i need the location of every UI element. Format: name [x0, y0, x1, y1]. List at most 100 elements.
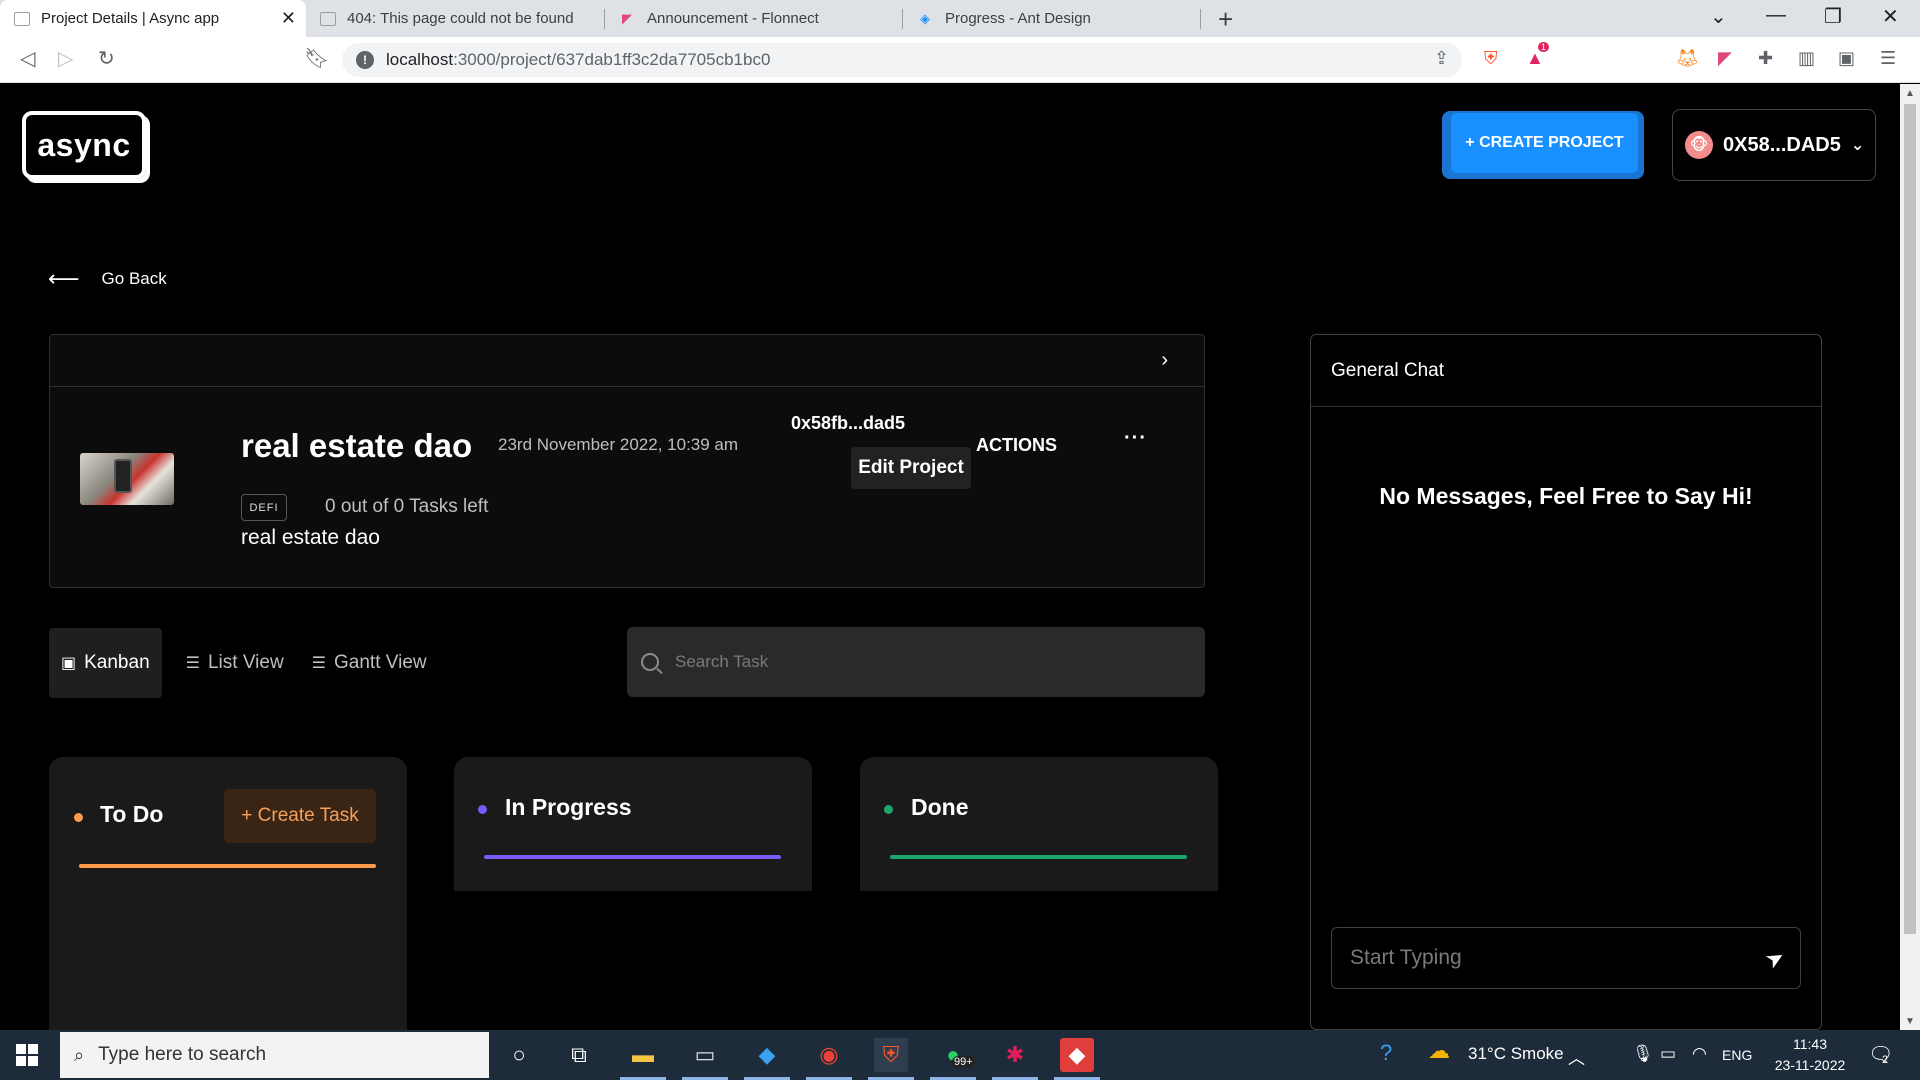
- page-icon: [14, 11, 30, 26]
- language-indicator[interactable]: ENG: [1722, 1047, 1752, 1063]
- reload-icon[interactable]: ↻: [98, 46, 115, 71]
- tab-404[interactable]: 404: This page could not be found: [306, 0, 604, 37]
- file-explorer-icon[interactable]: ▬: [620, 1038, 666, 1080]
- vscode-icon[interactable]: ◆: [744, 1038, 790, 1080]
- tab-gantt-view[interactable]: ☰ Gantt View: [300, 628, 439, 698]
- kanban-icon: ▣: [61, 655, 77, 672]
- arrow-left-icon: ⟵: [48, 266, 80, 291]
- search-icon: ⌕: [74, 1044, 85, 1065]
- go-back-link[interactable]: ⟵ Go Back: [48, 266, 167, 292]
- menu-icon[interactable]: ☰: [1880, 48, 1896, 69]
- chevron-up-icon[interactable]: ︿: [1568, 1044, 1585, 1069]
- terminal-icon[interactable]: ▭: [682, 1038, 728, 1080]
- tab-project-details[interactable]: Project Details | Async app ✕: [0, 0, 306, 37]
- edit-project-button[interactable]: Edit Project: [851, 447, 971, 489]
- new-tab-button[interactable]: +: [1218, 4, 1233, 35]
- ant-design-icon: ◈: [920, 10, 930, 26]
- clock-time: 11:43: [1793, 1036, 1827, 1052]
- tab-divider: [1200, 9, 1201, 29]
- taskbar-search[interactable]: ⌕ Type here to search: [60, 1032, 489, 1078]
- search-input[interactable]: [675, 652, 1155, 672]
- project-thumbnail: [80, 453, 174, 505]
- create-project-button[interactable]: + CREATE PROJECT: [1442, 111, 1644, 179]
- task-search: [627, 627, 1205, 697]
- project-description: real estate dao: [241, 526, 380, 549]
- bookmark-icon[interactable]: 🔖︎: [304, 46, 329, 71]
- minimize-icon[interactable]: —: [1766, 4, 1786, 27]
- brave-rewards-icon[interactable]: ▲ 1: [1526, 42, 1550, 69]
- extensions-icon[interactable]: ✚: [1758, 48, 1773, 69]
- status-dot: [74, 813, 83, 822]
- notifications-icon[interactable]: 🗨︎ 2: [1868, 1042, 1893, 1067]
- column-underline: [484, 855, 781, 859]
- microphone-icon[interactable]: 🎙︎: [1632, 1044, 1654, 1064]
- task-view-icon[interactable]: ⧉: [562, 1038, 596, 1072]
- battery-icon[interactable]: ▭: [1660, 1044, 1676, 1064]
- chevron-right-icon[interactable]: ›: [1161, 349, 1168, 372]
- status-dot: [884, 805, 893, 814]
- tab-flonnect[interactable]: ◤ Announcement - Flonnect: [604, 0, 902, 37]
- tab-label: Kanban: [84, 652, 150, 673]
- forward-icon[interactable]: ▷: [58, 46, 73, 71]
- url-host: localhost: [386, 50, 454, 69]
- tab-label: List View: [207, 652, 284, 673]
- scrollbar-thumb[interactable]: [1904, 104, 1916, 934]
- tab-title: Announcement - Flonnect: [647, 10, 819, 27]
- async-logo[interactable]: async: [22, 111, 146, 179]
- anydesk-icon[interactable]: ◆: [1054, 1038, 1100, 1080]
- project-name: real estate dao: [241, 427, 473, 464]
- tab-list-view[interactable]: ☰ List View: [174, 628, 296, 698]
- whatsapp-icon[interactable]: ● 99+: [930, 1038, 976, 1080]
- brave-icon[interactable]: ⛨: [868, 1038, 914, 1080]
- cortana-icon[interactable]: ○: [502, 1038, 536, 1072]
- avatar: 🐵︎: [1685, 131, 1713, 159]
- search-icon: [641, 653, 659, 671]
- tab-label: Gantt View: [334, 652, 427, 673]
- create-project-label: + CREATE PROJECT: [1451, 113, 1638, 173]
- actions-label: ACTIONS: [976, 435, 1057, 455]
- weather-text[interactable]: 31°C Smoke: [1468, 1044, 1564, 1064]
- gantt-icon: ☰: [311, 655, 327, 672]
- maximize-icon[interactable]: ❐: [1824, 4, 1842, 29]
- project-date: 23rd November 2022, 10:39 am: [498, 435, 739, 454]
- back-icon[interactable]: ◁: [20, 46, 35, 71]
- chat-input[interactable]: [1350, 946, 1740, 970]
- list-icon: ☰: [185, 655, 200, 672]
- close-tab-icon[interactable]: ✕: [281, 8, 296, 29]
- go-back-label: Go Back: [101, 269, 167, 288]
- wallet-dropdown[interactable]: 🐵︎ 0X58...DAD5 ⌄: [1672, 109, 1876, 181]
- address-bar[interactable]: ! localhost:3000/project/637dab1ff3c2da7…: [342, 43, 1462, 77]
- create-task-button[interactable]: + Create Task: [224, 789, 376, 843]
- share-icon[interactable]: ⇪: [1434, 48, 1449, 69]
- tab-kanban[interactable]: ▣ Kanban: [49, 628, 162, 698]
- sidebar-icon[interactable]: ▥: [1798, 48, 1815, 69]
- windows-start-icon[interactable]: [16, 1044, 38, 1066]
- scroll-down-icon[interactable]: ▼: [1905, 1016, 1915, 1027]
- scroll-up-icon[interactable]: ▲: [1905, 88, 1915, 99]
- flonnect-extension-icon[interactable]: ◤: [1718, 48, 1732, 69]
- brave-shield-icon[interactable]: ⛨: [1484, 48, 1498, 69]
- chrome-icon[interactable]: ◉: [806, 1038, 852, 1080]
- rewards-badge: 1: [1538, 42, 1550, 52]
- os-taskbar: ⌕ Type here to search ○ ⧉ ▬ ▭ ◆ ◉ ⛨ ● 99+…: [0, 1030, 1920, 1080]
- column-underline: [79, 864, 376, 868]
- slack-icon[interactable]: ✱: [992, 1038, 1038, 1080]
- chat-title: General Chat: [1311, 335, 1821, 407]
- browser-tab-strip: Project Details | Async app ✕ 404: This …: [0, 0, 1920, 37]
- info-icon[interactable]: !: [356, 51, 374, 69]
- view-switcher: ▣ Kanban ☰ List View ☰ Gantt View: [49, 628, 439, 698]
- system-clock[interactable]: 11:43 23-11-2022: [1768, 1034, 1852, 1076]
- tab-search-icon[interactable]: ⌄: [1710, 4, 1727, 29]
- help-icon[interactable]: ?: [1380, 1040, 1392, 1066]
- close-window-icon[interactable]: ✕: [1882, 4, 1899, 29]
- page-scrollbar[interactable]: ▲ ▼: [1900, 84, 1920, 1030]
- wallet-icon[interactable]: ▣: [1838, 48, 1855, 69]
- whatsapp-badge: 99+: [952, 1056, 975, 1068]
- send-icon[interactable]: ➤: [1760, 943, 1789, 975]
- wifi-icon[interactable]: ◠: [1692, 1044, 1707, 1064]
- column-title: To Do: [100, 801, 164, 827]
- more-options-icon[interactable]: ···: [1124, 427, 1147, 450]
- tab-ant-design[interactable]: ◈ Progress - Ant Design: [902, 0, 1200, 37]
- metamask-icon[interactable]: 🦊︎: [1676, 48, 1699, 69]
- tab-title: Project Details | Async app: [41, 10, 220, 27]
